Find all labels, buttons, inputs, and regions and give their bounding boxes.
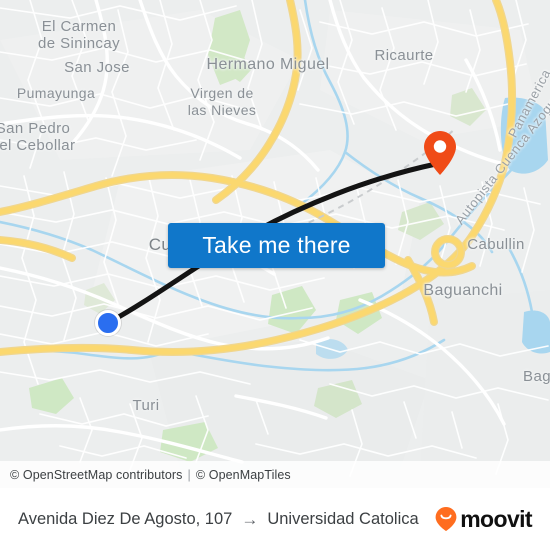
footer-destination-label: Universidad Catolica	[267, 509, 419, 528]
arrow-right-icon: →	[241, 509, 259, 529]
map-canvas[interactable]: El Carmen de Sinincay San Jose Pumayunga…	[0, 0, 550, 488]
route-footer: Avenida Diez De Agosto, 107 → Universida…	[0, 488, 550, 550]
attribution-separator: |	[187, 467, 191, 482]
map-pin-icon	[424, 131, 456, 175]
route-summary: Avenida Diez De Agosto, 107 → Universida…	[18, 510, 419, 529]
attribution-osm[interactable]: © OpenStreetMap contributors	[10, 468, 183, 482]
destination-pin[interactable]	[422, 129, 458, 177]
moovit-pin-icon	[435, 507, 457, 531]
moovit-logo[interactable]: moovit	[434, 505, 533, 533]
footer-origin-label: Avenida Diez De Agosto, 107	[18, 509, 233, 528]
attribution-maptiles[interactable]: © OpenMapTiles	[196, 468, 291, 482]
map-attribution: © OpenStreetMap contributors | © OpenMap…	[0, 461, 550, 488]
origin-dot[interactable]	[95, 310, 121, 336]
moovit-wordmark: moovit	[460, 505, 532, 532]
map-route-screen: El Carmen de Sinincay San Jose Pumayunga…	[0, 0, 550, 550]
take-me-there-button[interactable]: Take me there	[168, 223, 385, 268]
